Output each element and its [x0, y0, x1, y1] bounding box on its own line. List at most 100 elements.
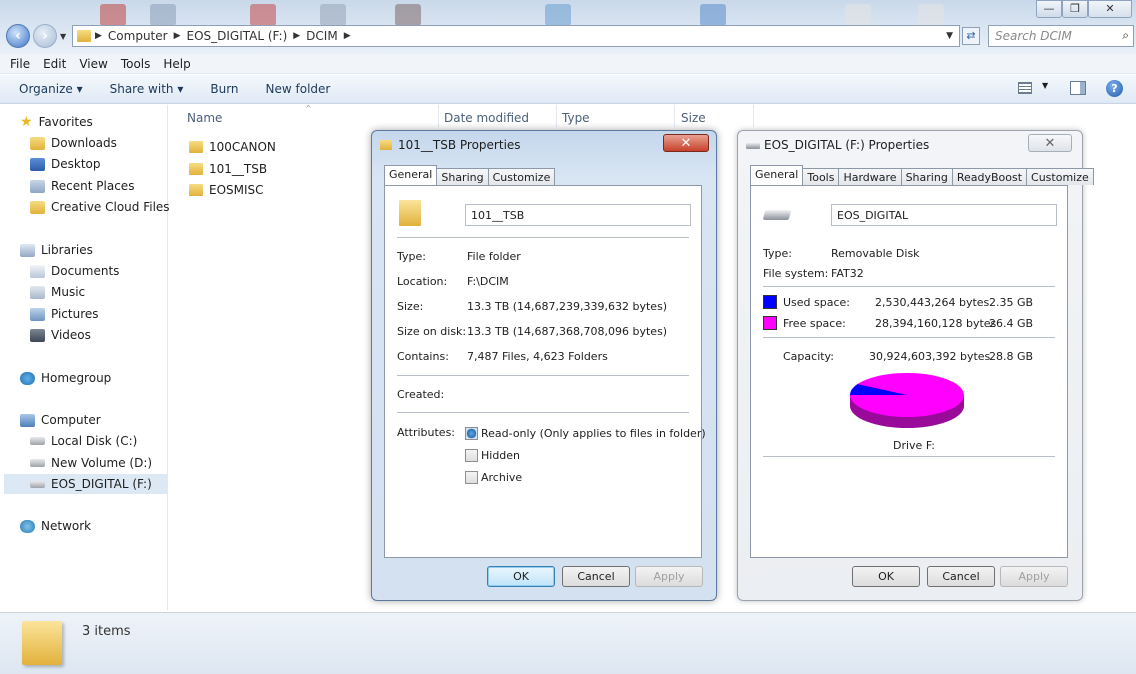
taskbar-blur-4: [320, 4, 346, 26]
menu-help[interactable]: Help: [163, 57, 190, 71]
file-row[interactable]: 101__TSB: [189, 160, 267, 178]
nav-local-disk-c[interactable]: Local Disk (C:): [30, 431, 137, 451]
pictures-icon: [30, 307, 45, 321]
nav-homegroup[interactable]: Homegroup: [20, 368, 111, 388]
column-divider[interactable]: [438, 105, 439, 127]
used-space-label: Used space:: [783, 296, 851, 309]
removable-disk-icon: [762, 210, 792, 220]
breadcrumb-drive[interactable]: EOS_DIGITAL (F:): [187, 29, 288, 43]
ok-button[interactable]: OK: [852, 566, 920, 587]
nav-music[interactable]: Music: [30, 282, 85, 302]
downloads-icon: [30, 136, 45, 150]
free-space-gb: 26.4 GB: [989, 317, 1034, 330]
recent-pages-icon[interactable]: ▼: [60, 32, 66, 41]
nav-computer[interactable]: Computer: [20, 410, 101, 430]
archive-checkbox[interactable]: [465, 471, 478, 484]
nav-label: Favorites: [38, 115, 93, 129]
creative-cloud-icon: [30, 200, 45, 214]
nav-videos[interactable]: Videos: [30, 325, 91, 345]
menu-tools[interactable]: Tools: [121, 57, 151, 71]
divider: [763, 286, 1055, 287]
minimize-button[interactable]: —: [1036, 0, 1062, 18]
tab-customize[interactable]: Customize: [1026, 168, 1094, 185]
breadcrumb-computer[interactable]: Computer: [108, 29, 168, 43]
tab-customize[interactable]: Customize: [487, 168, 556, 185]
column-divider[interactable]: [556, 105, 557, 127]
tab-hardware[interactable]: Hardware: [838, 168, 902, 185]
breadcrumb-dcim[interactable]: DCIM: [306, 29, 338, 43]
sort-arrow-icon: ^: [305, 104, 312, 113]
tab-general[interactable]: General: [750, 165, 804, 185]
taskbar-blur-1: [100, 4, 126, 26]
archive-label: Archive: [481, 471, 523, 484]
ok-button[interactable]: OK: [487, 566, 555, 587]
column-header-size[interactable]: Size: [681, 111, 706, 125]
address-bar[interactable]: ▶ Computer ▶ EOS_DIGITAL (F:) ▶ DCIM ▶ ▼: [72, 25, 960, 47]
refresh-icon[interactable]: ⇄: [962, 27, 980, 45]
tab-tools[interactable]: Tools: [802, 168, 840, 185]
folder-icon: [77, 30, 91, 42]
nav-new-volume-d[interactable]: New Volume (D:): [30, 453, 152, 473]
view-dropdown-icon[interactable]: ▼: [1042, 81, 1048, 90]
nav-network[interactable]: Network: [20, 516, 91, 536]
nav-documents[interactable]: Documents: [30, 261, 119, 281]
forward-button[interactable]: ›: [33, 24, 57, 48]
desktop-icon: [30, 157, 45, 171]
nav-favorites[interactable]: ★ Favorites: [20, 112, 93, 132]
nav-label: Network: [41, 519, 92, 533]
nav-pictures[interactable]: Pictures: [30, 304, 99, 324]
folder-name-field[interactable]: 101__TSB: [465, 204, 691, 226]
nav-libraries[interactable]: Libraries: [20, 240, 93, 260]
preview-pane-icon[interactable]: [1070, 81, 1086, 95]
column-divider[interactable]: [674, 105, 675, 127]
menu-view[interactable]: View: [79, 57, 107, 71]
maximize-button[interactable]: ❐: [1062, 0, 1088, 18]
apply-button[interactable]: Apply: [635, 566, 703, 587]
column-divider[interactable]: [753, 105, 754, 127]
readonly-checkbox[interactable]: [465, 427, 478, 440]
cancel-button[interactable]: Cancel: [927, 566, 995, 587]
homegroup-icon: [20, 371, 35, 385]
menu-bar: File Edit View Tools Help: [0, 54, 1136, 74]
help-icon[interactable]: ?: [1106, 80, 1123, 97]
new-folder-button[interactable]: New folder: [266, 82, 331, 96]
menu-file[interactable]: File: [10, 57, 30, 71]
burn-button[interactable]: Burn: [210, 82, 238, 96]
apply-button[interactable]: Apply: [1000, 566, 1068, 587]
share-with-button[interactable]: Share with ▾: [110, 82, 184, 96]
column-header-type[interactable]: Type: [562, 111, 590, 125]
back-button[interactable]: ‹: [6, 24, 30, 48]
type-value: Removable Disk: [831, 247, 920, 260]
drive-name-field[interactable]: EOS_DIGITAL: [831, 204, 1057, 226]
close-button[interactable]: ✕: [1088, 0, 1132, 18]
tab-readyboost[interactable]: ReadyBoost: [951, 168, 1028, 185]
menu-edit[interactable]: Edit: [43, 57, 66, 71]
nav-downloads[interactable]: Downloads: [30, 133, 117, 153]
file-row[interactable]: EOSMISC: [189, 181, 264, 199]
tab-general[interactable]: General: [384, 165, 438, 185]
taskbar-blur-5: [395, 4, 421, 26]
recent-places-icon: [30, 179, 45, 193]
column-header-date-modified[interactable]: Date modified: [444, 111, 529, 125]
nav-creative-cloud[interactable]: Creative Cloud Files: [30, 197, 170, 217]
close-icon[interactable]: ✕: [1028, 134, 1072, 152]
nav-desktop[interactable]: Desktop: [30, 154, 101, 174]
file-row[interactable]: 100CANON: [189, 138, 276, 156]
nav-recent-places[interactable]: Recent Places: [30, 176, 134, 196]
column-header-name[interactable]: Name: [187, 111, 222, 125]
cancel-button[interactable]: Cancel: [562, 566, 630, 587]
general-tab-panel: EOS_DIGITAL Type: Removable Disk File sy…: [750, 185, 1068, 558]
tab-sharing[interactable]: Sharing: [436, 168, 489, 185]
file-system-label: File system:: [763, 267, 829, 280]
organize-button[interactable]: Organize ▾: [19, 82, 83, 96]
folder-properties-dialog: 101__TSB Properties ✕ General Sharing Cu…: [371, 130, 717, 601]
hidden-checkbox[interactable]: [465, 449, 478, 462]
tab-strip: General Tools Hardware Sharing ReadyBoos…: [750, 165, 1094, 185]
view-options-icon[interactable]: [1018, 82, 1032, 94]
address-dropdown-icon[interactable]: ▼: [946, 31, 953, 41]
close-icon[interactable]: ✕: [663, 134, 709, 152]
nav-label: Downloads: [51, 136, 117, 150]
search-input[interactable]: Search DCIM ⌕: [988, 25, 1134, 47]
tab-sharing[interactable]: Sharing: [900, 168, 953, 185]
nav-eos-digital-f[interactable]: EOS_DIGITAL (F:): [4, 474, 167, 494]
